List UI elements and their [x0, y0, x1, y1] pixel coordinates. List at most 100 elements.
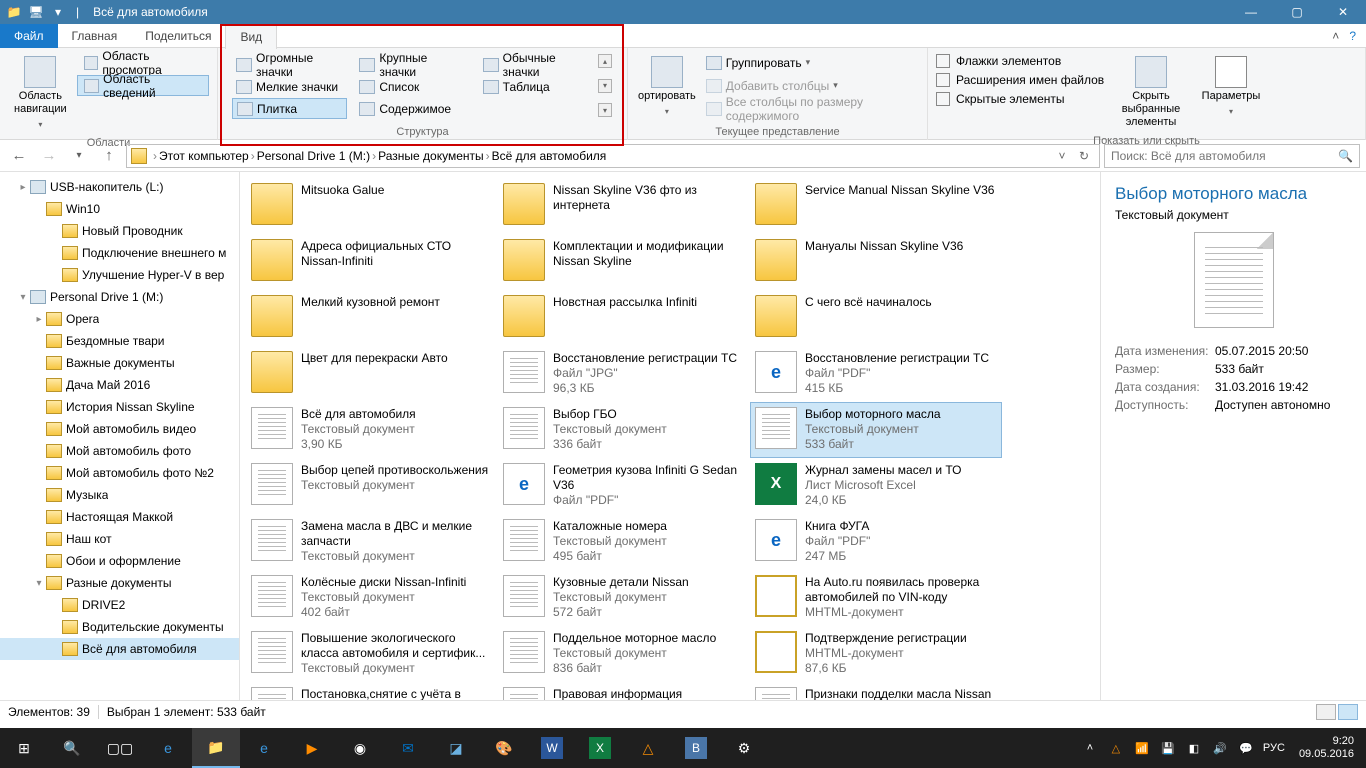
file-tile[interactable]: Мануалы Nissan Skyline V36	[750, 234, 1002, 290]
navigation-pane-button[interactable]: Область навигации ▾	[8, 52, 73, 135]
file-tile[interactable]: Колёсные диски Nissan-InfinitiТекстовый …	[246, 570, 498, 626]
tree-item[interactable]: ▸USB-накопитель (L:)	[0, 176, 239, 198]
tray-language[interactable]: РУС	[1263, 742, 1285, 754]
taskbar-app-2[interactable]: ⚙	[720, 728, 768, 768]
address-dropdown[interactable]: ˅	[1051, 145, 1073, 167]
tray-vlc-icon[interactable]: △	[1107, 742, 1125, 755]
file-list[interactable]: Mitsuoka GalueNissan Skyline V36 фто из …	[240, 172, 1100, 700]
tree-item[interactable]: Музыка	[0, 484, 239, 506]
taskbar-edge[interactable]: e	[144, 728, 192, 768]
taskbar-explorer[interactable]: 📁	[192, 728, 240, 768]
view-details-button[interactable]	[1316, 704, 1336, 720]
tree-item[interactable]: Улучшение Hyper-V в вер	[0, 264, 239, 286]
layout-scroll-down[interactable]: ▾	[598, 79, 612, 93]
tray-action-center-icon[interactable]: 💬	[1237, 742, 1255, 755]
tray-clock[interactable]: 9:20 09.05.2016	[1293, 735, 1360, 761]
taskbar-outlook[interactable]: ✉	[384, 728, 432, 768]
tray-overflow-icon[interactable]: ˄	[1081, 742, 1099, 754]
layout-list[interactable]: Список	[355, 76, 470, 97]
tree-item[interactable]: DRIVE2	[0, 594, 239, 616]
file-tile[interactable]: Восстановление регистрации ТСФайл "JPG"9…	[498, 346, 750, 402]
file-tile[interactable]: Книга ФУГАФайл "PDF"247 МБ	[750, 514, 1002, 570]
tree-item[interactable]: Мой автомобиль видео	[0, 418, 239, 440]
add-columns-button[interactable]: Добавить столбцы	[702, 75, 919, 96]
tray-network-icon[interactable]: 📶	[1133, 742, 1151, 755]
close-button[interactable]: ✕	[1320, 0, 1366, 24]
file-tile[interactable]: С чего всё начиналось	[750, 290, 1002, 346]
size-columns-button[interactable]: Все столбцы по размеру содержимого	[702, 98, 919, 119]
qat-dropdown-icon[interactable]: ▾	[50, 4, 66, 20]
forward-button[interactable]: →	[36, 143, 62, 169]
taskbar-excel[interactable]: X	[576, 728, 624, 768]
file-tile[interactable]: Mitsuoka Galue	[246, 178, 498, 234]
taskbar-word[interactable]: W	[528, 728, 576, 768]
file-tile[interactable]: Адреса официальных СТО Nissan-Infiniti	[246, 234, 498, 290]
minimize-button[interactable]: —	[1228, 0, 1274, 24]
preview-pane-button[interactable]: Область просмотра	[77, 52, 209, 73]
file-tile[interactable]: Постановка,снятие с учёта в	[246, 682, 498, 700]
hide-selected-button[interactable]: Скрыть выбранные элементы	[1106, 52, 1196, 133]
tree-item[interactable]: Новый Проводник	[0, 220, 239, 242]
file-tile[interactable]: Выбор цепей противоскольженияТекстовый д…	[246, 458, 498, 514]
taskbar-vk[interactable]: B	[672, 728, 720, 768]
taskbar-vlc[interactable]: △	[624, 728, 672, 768]
layout-tiles[interactable]: Плитка	[232, 98, 347, 119]
breadcrumb-segment[interactable]: Personal Drive 1 (M:)	[257, 149, 370, 163]
file-extensions-toggle[interactable]: Расширения имен файлов	[936, 73, 1106, 87]
up-button[interactable]: ↑	[96, 143, 122, 169]
file-tile[interactable]: Service Manual Nissan Skyline V36	[750, 178, 1002, 234]
tab-file[interactable]: Файл	[0, 24, 58, 48]
file-tile[interactable]: На Auto.ru появилась проверка автомобиле…	[750, 570, 1002, 626]
start-button[interactable]: ⊞	[0, 728, 48, 768]
layout-content[interactable]: Содержимое	[355, 98, 470, 119]
search-button[interactable]: 🔍	[48, 728, 96, 768]
help-icon[interactable]: ?	[1349, 29, 1356, 43]
file-tile[interactable]: Геометрия кузова Infiniti G Sedan V36Фай…	[498, 458, 750, 514]
layout-details[interactable]: Таблица	[479, 76, 594, 97]
hidden-items-toggle[interactable]: Скрытые элементы	[936, 92, 1106, 106]
layout-scroll-up[interactable]: ▴	[598, 54, 612, 68]
tray-drive-icon[interactable]: 💾	[1159, 742, 1177, 755]
sort-button[interactable]: ортировать ▾	[636, 52, 698, 122]
file-tile[interactable]: Правовая информация	[498, 682, 750, 700]
tree-item[interactable]: Важные документы	[0, 352, 239, 374]
tab-view[interactable]: Вид	[225, 25, 277, 49]
file-tile[interactable]: Всё для автомобиляТекстовый документ3,90…	[246, 402, 498, 458]
refresh-button[interactable]: ↻	[1073, 145, 1095, 167]
back-button[interactable]: ←	[6, 143, 32, 169]
navigation-tree[interactable]: ▸USB-накопитель (L:)Win10Новый Проводник…	[0, 172, 240, 700]
breadcrumb-segment[interactable]: Всё для автомобиля	[492, 149, 607, 163]
file-tile[interactable]: XЖурнал замены масел и ТОЛист Microsoft …	[750, 458, 1002, 514]
tree-item[interactable]: Бездомные твари	[0, 330, 239, 352]
taskbar-ie[interactable]: e	[240, 728, 288, 768]
file-tile[interactable]: Комплектации и модификации Nissan Skylin…	[498, 234, 750, 290]
taskbar-media[interactable]: ▶	[288, 728, 336, 768]
file-tile[interactable]: Повышение экологического класса автомоби…	[246, 626, 498, 682]
tree-item[interactable]: Настоящая Маккой	[0, 506, 239, 528]
breadcrumb-segment[interactable]: Разные документы	[378, 149, 484, 163]
tree-item[interactable]: Наш кот	[0, 528, 239, 550]
layout-expand[interactable]: ▾	[598, 103, 612, 117]
file-tile[interactable]: Мелкий кузовной ремонт	[246, 290, 498, 346]
tree-item[interactable]: Win10	[0, 198, 239, 220]
tree-item[interactable]: Всё для автомобиля	[0, 638, 239, 660]
task-view-button[interactable]: ▢▢	[96, 728, 144, 768]
tree-item[interactable]: Подключение внешнего м	[0, 242, 239, 264]
taskbar-paint[interactable]: 🎨	[480, 728, 528, 768]
file-tile[interactable]: Выбор моторного маслаТекстовый документ5…	[750, 402, 1002, 458]
tree-item[interactable]: Мой автомобиль фото	[0, 440, 239, 462]
taskbar-app-1[interactable]: ◪	[432, 728, 480, 768]
maximize-button[interactable]: ▢	[1274, 0, 1320, 24]
options-button[interactable]: Параметры ▾	[1196, 52, 1266, 122]
view-tiles-button[interactable]	[1338, 704, 1358, 720]
recent-locations-button[interactable]: ▾	[66, 143, 92, 169]
file-tile[interactable]: Каталожные номераТекстовый документ495 б…	[498, 514, 750, 570]
breadcrumb-segment[interactable]: Этот компьютер	[159, 149, 249, 163]
tree-item[interactable]: Водительские документы	[0, 616, 239, 638]
file-tile[interactable]: Nissan Skyline V36 фто из интернета	[498, 178, 750, 234]
taskbar-chrome[interactable]: ◉	[336, 728, 384, 768]
file-tile[interactable]: Цвет для перекраски Авто	[246, 346, 498, 402]
tree-item[interactable]: Дача Май 2016	[0, 374, 239, 396]
tree-item[interactable]: ▸Opera	[0, 308, 239, 330]
tray-app-icon[interactable]: ◧	[1185, 742, 1203, 755]
